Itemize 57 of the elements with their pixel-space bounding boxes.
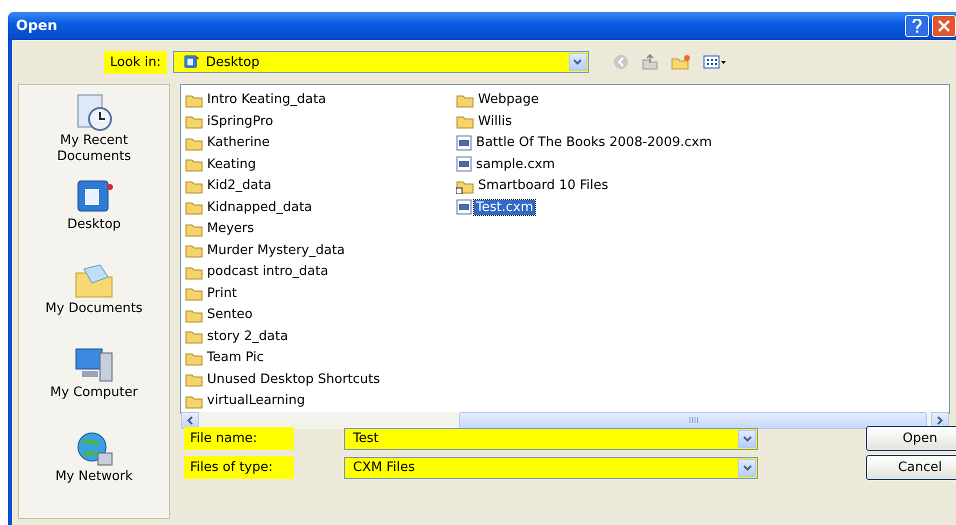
view-menu-icon[interactable] — [702, 54, 727, 70]
look-in-label: Look in: — [104, 50, 167, 74]
file-item[interactable]: Kid2_data — [205, 178, 274, 194]
horizontal-scrollbar[interactable] — [181, 412, 949, 428]
file-item[interactable]: sample.cxm — [474, 156, 557, 172]
file-item[interactable]: Intro Keating_data — [205, 92, 328, 108]
dropdown-button[interactable] — [738, 430, 756, 448]
file-item[interactable]: Meyers — [205, 221, 256, 236]
question-mark-icon — [912, 19, 922, 33]
places-item[interactable]: Desktop — [34, 177, 154, 261]
file-item[interactable]: Keating — [205, 156, 258, 172]
file-item[interactable]: Webpage — [476, 92, 541, 108]
close-icon — [938, 20, 950, 32]
new-folder-icon[interactable] — [670, 54, 691, 70]
file-item[interactable]: Unused Desktop Shortcuts — [205, 372, 382, 387]
file-item[interactable]: Katherine — [205, 135, 272, 150]
look-in-value: Desktop — [206, 54, 260, 70]
file-item[interactable]: Senteo — [205, 307, 255, 322]
file-item[interactable]: iSpringPro — [205, 114, 276, 129]
grip-icon — [688, 417, 698, 423]
scrollbar-thumb[interactable] — [459, 412, 927, 428]
places-item[interactable]: My Recent Documents — [34, 93, 154, 177]
caret-icon — [742, 436, 752, 442]
dropdown-button[interactable] — [738, 458, 756, 476]
file-item[interactable]: virtualLearning — [205, 393, 308, 408]
cancel-button[interactable]: Cancel — [866, 455, 956, 480]
caret-icon — [742, 464, 752, 470]
file-item[interactable]: Team Pic — [205, 350, 266, 366]
file-item[interactable]: story 2_data — [205, 328, 290, 344]
scroll-left-button[interactable] — [181, 412, 199, 428]
document-icon — [456, 156, 472, 172]
places-item[interactable]: My Documents — [34, 261, 154, 345]
look-in-dropdown[interactable]: Desktop — [172, 51, 589, 73]
file-item[interactable]: Smartboard 10 Files — [476, 178, 610, 194]
file-item[interactable]: Test.cxm — [474, 200, 536, 215]
places-item[interactable]: My Computer — [34, 345, 154, 429]
file-item[interactable]: Kidnapped_data — [205, 200, 314, 215]
places-item[interactable]: My Network — [34, 429, 154, 513]
open-button[interactable]: Open — [866, 426, 956, 451]
caret-icon — [573, 59, 582, 65]
file-item[interactable]: podcast intro_data — [205, 264, 330, 280]
file-type-dropdown[interactable]: CXM Files — [344, 456, 758, 478]
file-item[interactable]: Battle Of The Books 2008-2009.cxm — [474, 135, 714, 150]
file-item[interactable]: Print — [205, 286, 239, 301]
document-icon — [456, 134, 472, 151]
dropdown-button[interactable] — [568, 53, 587, 71]
desktop-icon — [182, 54, 200, 70]
file-type-label: Files of type: — [184, 456, 294, 479]
file-name-label: File name: — [184, 427, 294, 450]
help-button[interactable] — [905, 15, 929, 37]
window-title: Open — [16, 18, 58, 34]
file-item[interactable]: Murder Mystery_data — [205, 242, 347, 258]
document-icon — [456, 199, 472, 216]
up-folder-icon[interactable] — [640, 54, 659, 70]
file-item[interactable]: Willis — [476, 114, 514, 129]
close-button[interactable] — [932, 15, 956, 37]
file-name-field[interactable]: Test — [344, 428, 758, 450]
